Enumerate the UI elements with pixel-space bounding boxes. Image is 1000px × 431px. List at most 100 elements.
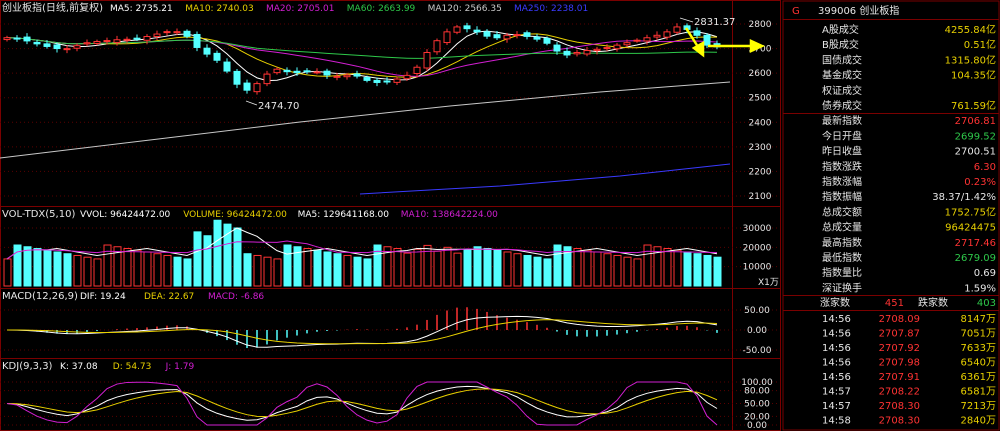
candle[interactable] xyxy=(603,47,611,50)
candle[interactable] xyxy=(73,45,81,49)
candle[interactable] xyxy=(383,80,391,83)
candle[interactable] xyxy=(613,44,621,50)
candle[interactable] xyxy=(313,71,321,74)
candle[interactable] xyxy=(223,61,231,72)
candle[interactable] xyxy=(453,26,461,33)
volume-bar[interactable] xyxy=(253,254,262,287)
volume-bar[interactable] xyxy=(493,249,502,287)
volume-bar[interactable] xyxy=(483,247,492,287)
candle[interactable] xyxy=(573,52,581,55)
volume-bar[interactable] xyxy=(63,253,72,287)
candle[interactable] xyxy=(33,41,41,45)
volume-bar[interactable] xyxy=(413,248,422,287)
candle[interactable] xyxy=(43,43,51,47)
candle[interactable] xyxy=(483,31,491,37)
candle[interactable] xyxy=(513,34,521,37)
volume-bar[interactable] xyxy=(603,253,612,287)
volume-bar[interactable] xyxy=(233,227,242,287)
index-chart[interactable]: 创业板指(日线,前复权) MA5: 2735.21 MA10: 2740.03 MA… xyxy=(0,0,1000,431)
volume-bar[interactable] xyxy=(593,251,602,287)
volume-bar[interactable] xyxy=(613,254,622,287)
volume-bar[interactable] xyxy=(403,252,412,287)
tick-row[interactable]: 14:57 2708.22 6581万 xyxy=(822,387,996,398)
volume-bar[interactable] xyxy=(333,253,342,287)
candle[interactable] xyxy=(363,77,371,81)
volume-bar[interactable] xyxy=(183,258,192,287)
candle[interactable] xyxy=(643,37,651,42)
volume-bar[interactable] xyxy=(153,253,162,287)
volume-bar[interactable] xyxy=(193,231,202,287)
candle[interactable] xyxy=(663,31,671,38)
volume-bar[interactable] xyxy=(23,246,32,287)
candle[interactable] xyxy=(123,38,131,41)
candle[interactable] xyxy=(443,31,451,44)
volume-bar[interactable] xyxy=(503,251,512,287)
candle[interactable] xyxy=(693,30,701,36)
candle[interactable] xyxy=(193,33,201,48)
volume-bar[interactable] xyxy=(693,253,702,287)
candle[interactable] xyxy=(523,32,531,37)
volume-bar[interactable] xyxy=(543,258,552,287)
candle[interactable] xyxy=(83,42,91,45)
volume-bar[interactable] xyxy=(163,254,172,287)
candle[interactable] xyxy=(393,78,401,83)
volume-bar[interactable] xyxy=(573,247,582,287)
volume-bar[interactable] xyxy=(513,253,522,287)
volume-bar[interactable] xyxy=(283,244,292,287)
candle[interactable] xyxy=(63,48,71,51)
candle[interactable] xyxy=(673,26,681,33)
volume-bar[interactable] xyxy=(33,247,42,287)
candle[interactable] xyxy=(533,36,541,40)
volume-bar[interactable] xyxy=(393,247,402,287)
candle[interactable] xyxy=(303,70,311,73)
candle[interactable] xyxy=(333,75,341,78)
volume-bar[interactable] xyxy=(713,256,722,287)
volume-bar[interactable] xyxy=(353,256,362,287)
candle[interactable] xyxy=(213,52,221,61)
candle[interactable] xyxy=(563,50,571,56)
candle[interactable] xyxy=(623,42,631,46)
candle[interactable] xyxy=(203,47,211,55)
volume-bar[interactable] xyxy=(93,258,102,287)
volume-bar[interactable] xyxy=(683,251,692,287)
candle[interactable] xyxy=(253,83,261,93)
volume-bar[interactable] xyxy=(473,246,482,287)
volume-bar[interactable] xyxy=(633,258,642,287)
tick-row[interactable]: 14:56 2707.87 7051万 xyxy=(822,329,996,340)
candle[interactable] xyxy=(183,30,191,37)
candle[interactable] xyxy=(473,29,481,33)
candle[interactable] xyxy=(343,74,351,78)
candle[interactable] xyxy=(113,39,121,43)
candle[interactable] xyxy=(243,82,251,91)
volume-bar[interactable] xyxy=(523,254,532,287)
candle[interactable] xyxy=(283,69,291,73)
volume-bar[interactable] xyxy=(83,256,92,287)
volume-bar[interactable] xyxy=(3,258,12,287)
tick-row[interactable]: 14:56 2707.91 6361万 xyxy=(822,372,996,383)
candle[interactable] xyxy=(633,39,641,42)
volume-bar[interactable] xyxy=(453,252,462,287)
volume-bar[interactable] xyxy=(133,249,142,287)
candle[interactable] xyxy=(653,34,661,38)
candle[interactable] xyxy=(153,33,161,38)
volume-bar[interactable] xyxy=(303,247,312,287)
candle[interactable] xyxy=(543,37,551,44)
candle[interactable] xyxy=(163,31,171,34)
volume-bar[interactable] xyxy=(243,253,252,287)
candle[interactable] xyxy=(53,44,61,50)
candle[interactable] xyxy=(703,34,711,46)
candle[interactable] xyxy=(403,74,411,80)
candle[interactable] xyxy=(143,36,151,41)
volume-bar[interactable] xyxy=(583,249,592,287)
tick-row[interactable]: 14:57 2708.30 7213万 xyxy=(822,401,996,412)
volume-bar[interactable] xyxy=(343,254,352,287)
volume-bar[interactable] xyxy=(433,250,442,287)
tick-row[interactable]: 14:56 2707.92 7633万 xyxy=(822,343,996,354)
volume-bar[interactable] xyxy=(43,249,52,287)
volume-bar[interactable] xyxy=(623,256,632,287)
volume-bar[interactable] xyxy=(123,247,132,287)
tick-row[interactable]: 14:56 2707.98 6540万 xyxy=(822,358,996,369)
candle[interactable] xyxy=(583,50,591,55)
candle[interactable] xyxy=(413,66,421,75)
candle[interactable] xyxy=(423,52,431,69)
